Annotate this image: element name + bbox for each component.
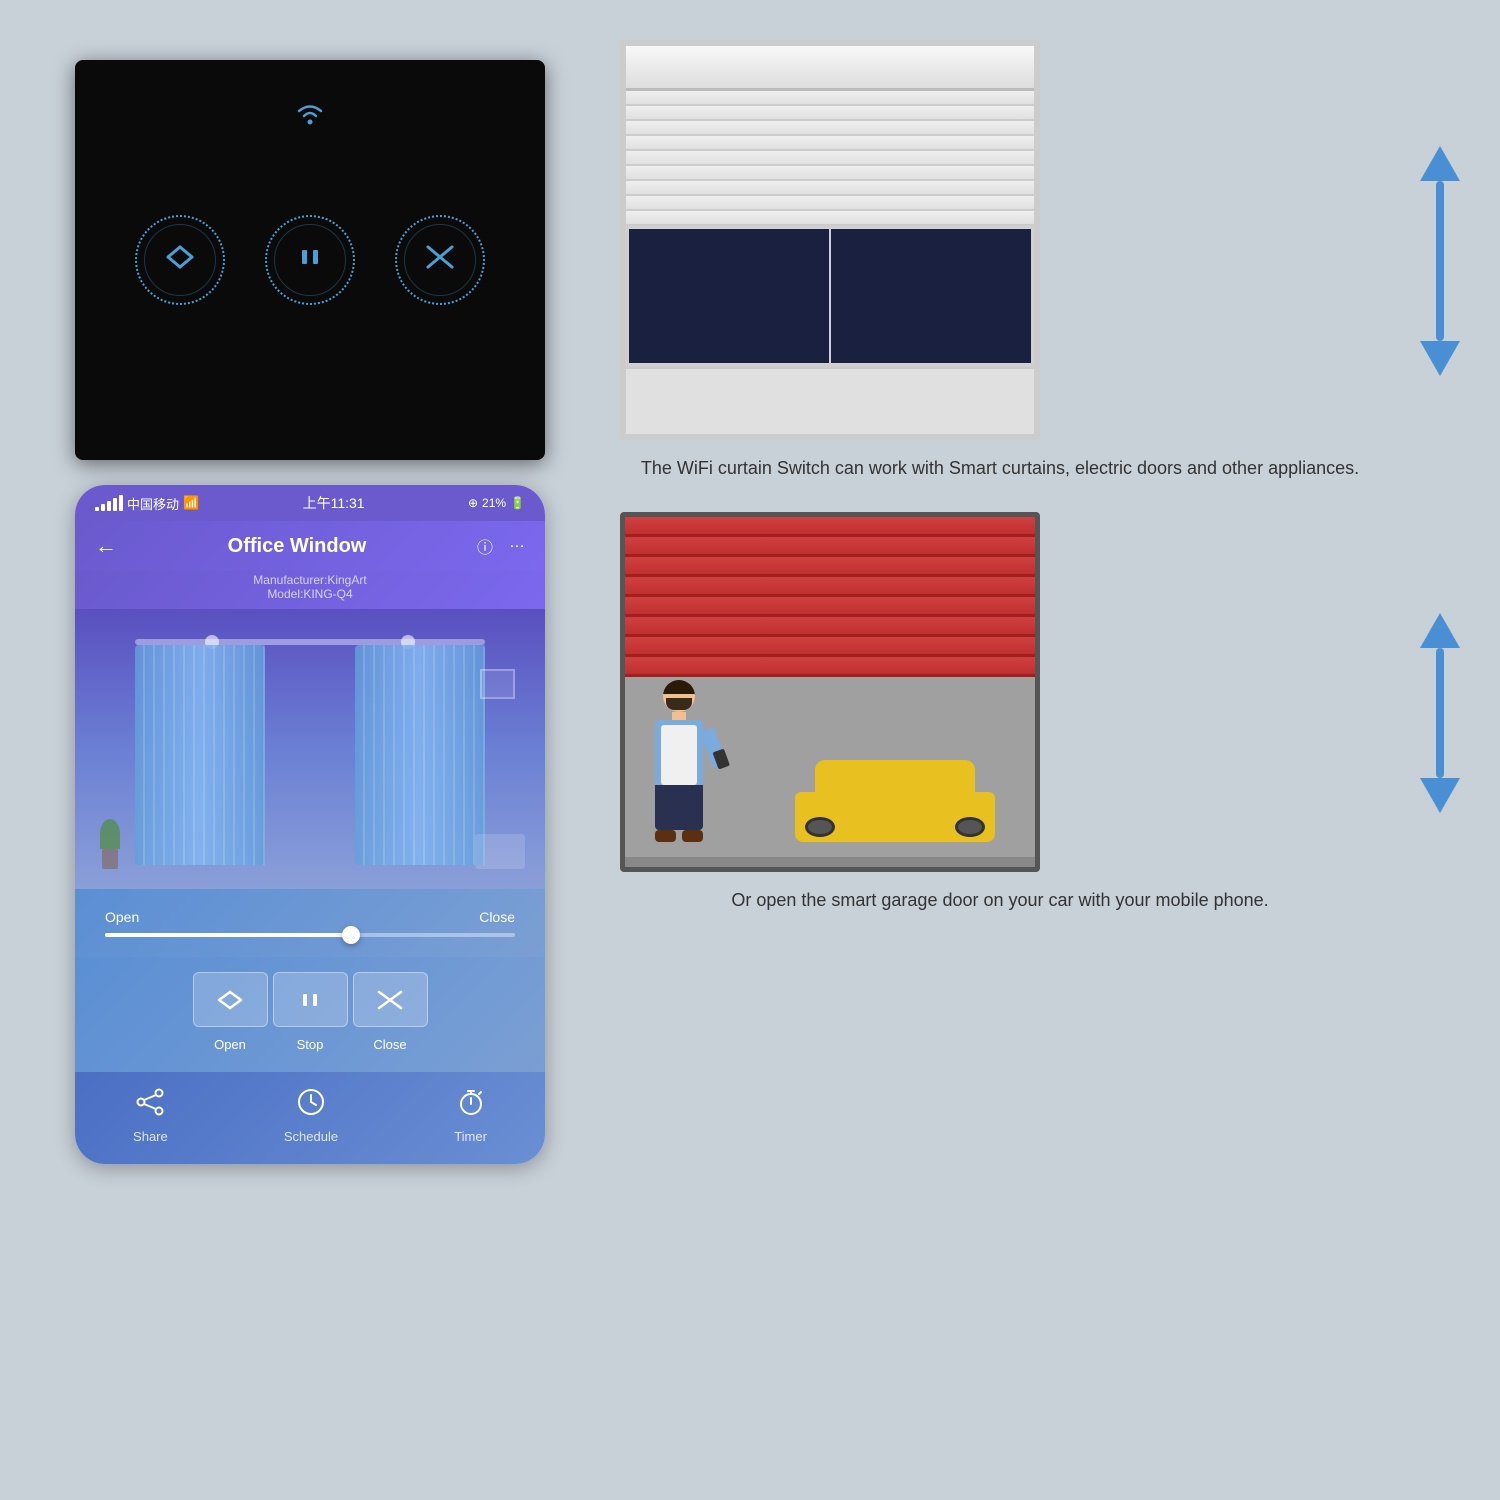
car [795,760,995,842]
garage-arrow-shaft [1436,648,1444,778]
curtain-panel-right [355,645,485,865]
garage-description: Or open the smart garage door on your ca… [620,887,1380,914]
timer-nav-item[interactable]: Timer [454,1087,487,1144]
carrier-text: 中国移动 [127,494,179,513]
battery-text: 21% [482,496,506,510]
right-column: The WiFi curtain Switch can work with Sm… [620,40,1460,914]
phone-nav-bar: ← Office Window ⓘ … [75,521,545,571]
shutter-illustration: The WiFi curtain Switch can work with Sm… [620,40,1380,482]
more-icon[interactable]: … [509,534,525,558]
back-button[interactable]: ← [95,533,117,559]
switch-button-group [135,215,485,305]
shutter-description: The WiFi curtain Switch can work with Sm… [620,455,1380,482]
garage-arrows [1420,613,1460,813]
phone-mockup: 中国移动 📶 上午11:31 ⊕ 21% 🔋 ← Office Window ⓘ… [75,485,545,1164]
share-icon [135,1087,165,1124]
window-shutter-frame [620,40,1040,440]
shutter-slats [626,91,1034,226]
control-buttons-area: Open Stop Close [75,957,545,1072]
shutter-section: The WiFi curtain Switch can work with Sm… [620,40,1460,482]
stop-ctrl-label: Stop [273,1037,348,1052]
garage-floor [625,677,1035,857]
nightstand [475,834,525,869]
control-labels: Open Stop Close [193,1037,428,1052]
close-button[interactable] [353,972,428,1027]
person [655,680,703,842]
garage-section: Or open the smart garage door on your ca… [620,512,1460,914]
wifi-status-icon: 📶 [183,495,199,511]
slider-thumb[interactable] [342,926,360,944]
switch-close-icon [420,242,460,278]
shutter-arrows [1420,146,1460,376]
clock: 上午11:31 [303,493,365,513]
arrow-shaft [1436,181,1444,341]
garage-door-slats [625,517,1035,677]
arrow-up-icon [1420,146,1460,181]
slider-track[interactable] [105,933,515,937]
schedule-nav-item[interactable]: Schedule [284,1087,338,1144]
manufacturer-info: Manufacturer:KingArt Model:KING-Q4 [75,571,545,609]
share-label: Share [133,1129,168,1144]
location-icon: ⊕ [468,496,478,510]
timer-icon [456,1087,486,1124]
bottom-navigation: Share Schedule [75,1072,545,1164]
left-pane [626,226,830,366]
close-ctrl-label: Close [353,1037,428,1052]
open-label: Open [105,909,139,925]
close-label: Close [479,909,515,925]
window-sill [626,366,1034,396]
switch-open-button[interactable] [135,215,225,305]
manufacturer-text: Manufacturer:KingArt [75,573,545,587]
status-left: 中国移动 📶 [95,494,199,513]
window-panes [626,226,1034,366]
signal-icon [95,495,123,511]
touch-switch-panel [75,60,545,460]
page-title: Office Window [228,535,367,558]
info-icon[interactable]: ⓘ [477,534,493,558]
picture-frame [480,669,515,699]
status-right: ⊕ 21% 🔋 [468,496,525,510]
schedule-icon [296,1087,326,1124]
timer-label: Timer [454,1129,487,1144]
wifi-icon [294,100,326,132]
model-text: Model:KING-Q4 [75,587,545,601]
schedule-label: Schedule [284,1129,338,1144]
battery-icon: 🔋 [510,496,525,510]
switch-stop-icon [295,242,325,278]
control-buttons [193,972,428,1027]
nav-icons: ⓘ … [477,534,525,558]
stop-button[interactable] [273,972,348,1027]
garage-frame [620,512,1040,872]
plant-decoration [100,819,120,869]
curtain-visual [75,609,545,889]
garage-arrow-down-icon [1420,778,1460,813]
garage-illustration: Or open the smart garage door on your ca… [620,512,1380,914]
open-button[interactable] [193,972,268,1027]
open-ctrl-label: Open [193,1037,268,1052]
slider-fill [105,933,351,937]
slider-labels: Open Close [105,909,515,925]
left-column: 中国移动 📶 上午11:31 ⊕ 21% 🔋 ← Office Window ⓘ… [75,60,545,1164]
status-bar: 中国移动 📶 上午11:31 ⊕ 21% 🔋 [75,485,545,521]
garage-arrow-up-icon [1420,613,1460,648]
switch-open-icon [160,242,200,278]
switch-close-button[interactable] [395,215,485,305]
curtain-panel-left [135,645,265,865]
switch-stop-button[interactable] [265,215,355,305]
share-nav-item[interactable]: Share [133,1087,168,1144]
arrow-down-icon [1420,341,1460,376]
cornice [626,46,1034,91]
right-pane [830,226,1034,366]
slider-area: Open Close [75,889,545,957]
